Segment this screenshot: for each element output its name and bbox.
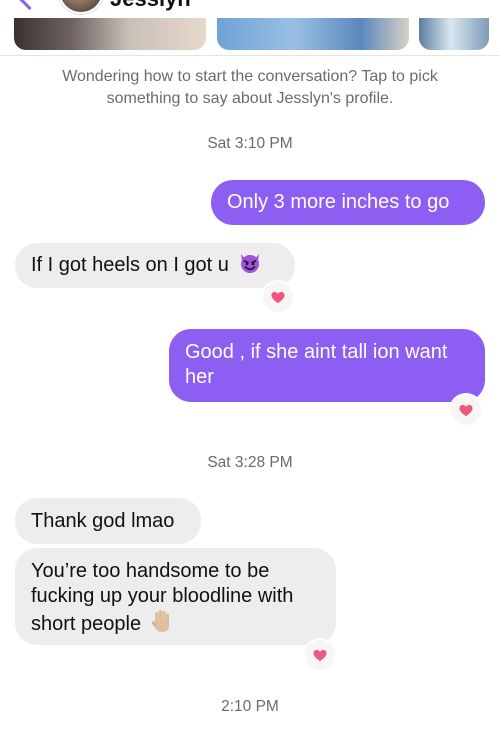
heart-icon [271,291,285,304]
smiling-devil-emoji [241,254,260,273]
contact-name[interactable]: Jesslyn [110,0,191,12]
reaction-badge[interactable] [263,282,293,312]
profile-photo[interactable] [14,18,206,50]
outgoing-message[interactable]: Only 3 more inches to go [211,180,485,225]
profile-photo[interactable] [419,18,489,50]
timestamp: Sat 3:10 PM [207,135,293,152]
message-text: If I got heels on I got u [31,254,229,276]
incoming-message[interactable]: If I got heels on I got u [15,243,295,288]
heart-icon [313,649,327,662]
avatar[interactable] [58,0,104,14]
conversation-starter-hint[interactable]: Wondering how to start the conversation?… [30,66,470,110]
reaction-badge[interactable] [451,395,481,425]
message-text: Thank god lmao [31,510,175,532]
heart-icon [459,404,473,417]
message-text: Only 3 more inches to go [227,191,450,213]
timestamp: 2:10 PM [221,698,279,715]
message-text: Good , if she aint tall ion want her [185,341,448,388]
raised-hand-emoji [151,610,169,632]
chevron-left-icon[interactable] [18,0,41,11]
incoming-message[interactable]: You’re too handsome to be fucking up you… [15,548,336,645]
chat-header: Jesslyn [0,0,500,56]
outgoing-message[interactable]: Good , if she aint tall ion want her [169,329,485,402]
reaction-badge[interactable] [305,640,335,670]
incoming-message[interactable]: Thank god lmao [15,498,201,544]
timestamp: Sat 3:28 PM [207,454,293,471]
profile-photo[interactable] [217,18,409,50]
